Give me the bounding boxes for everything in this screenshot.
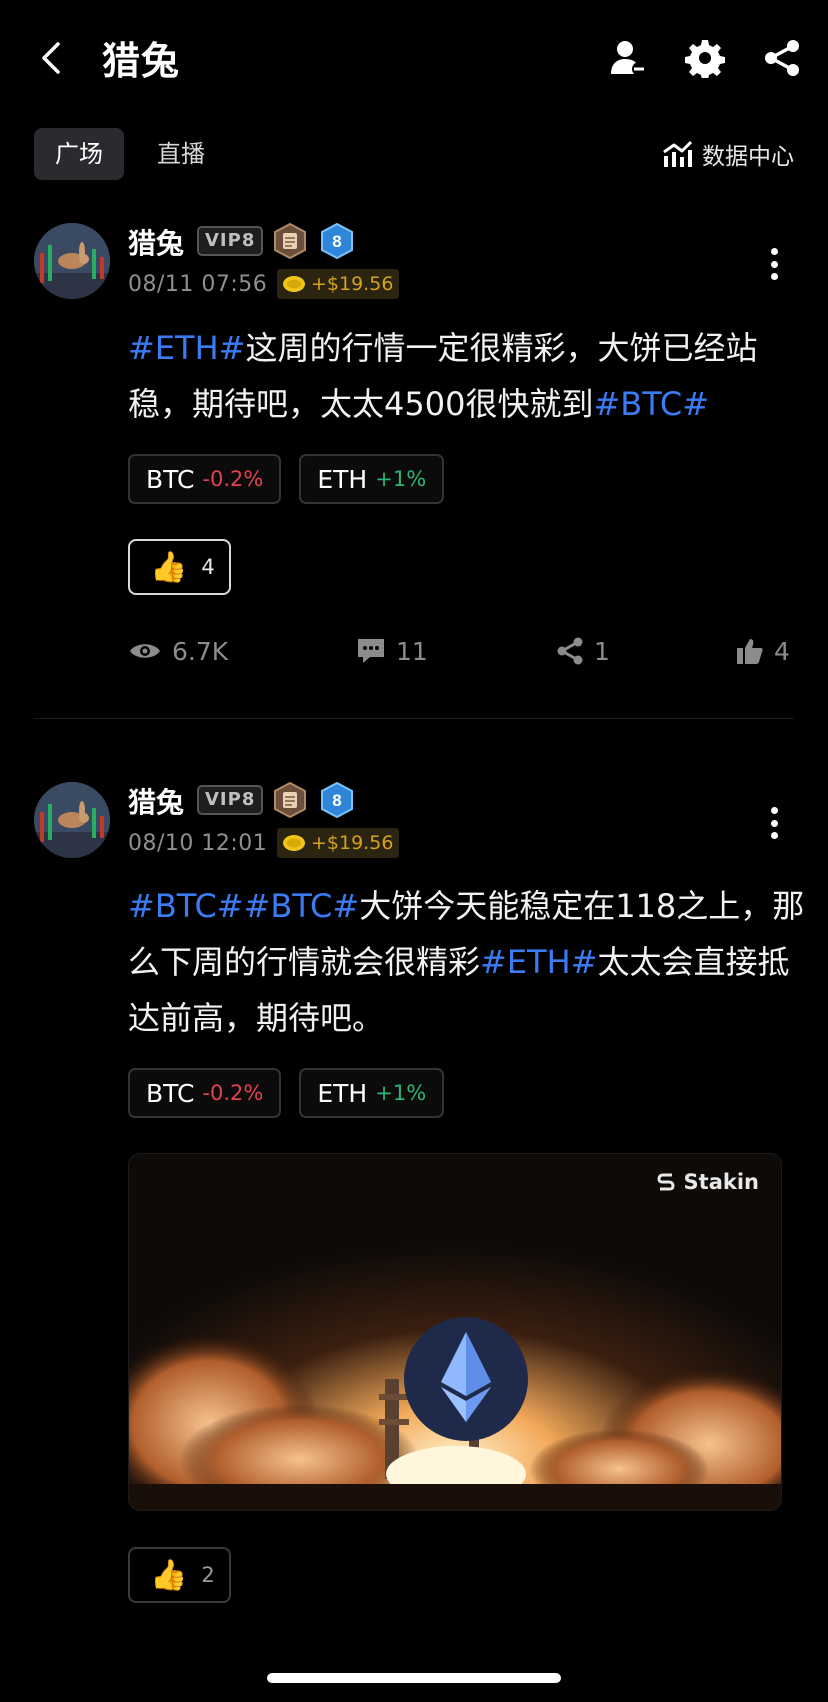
hashtag[interactable]: #BTC##BTC# bbox=[128, 887, 359, 925]
data-center-link[interactable]: 数据中心 bbox=[662, 138, 794, 170]
settings-button[interactable] bbox=[683, 36, 727, 80]
ticker-chip-eth[interactable]: ETH +1% bbox=[299, 1068, 445, 1118]
post-content: #BTC##BTC#大饼今天能稳定在118之上，那么下周的行情就会很精彩#ETH… bbox=[128, 887, 805, 1037]
ticker-chips: BTC -0.2% ETH +1% bbox=[128, 1068, 445, 1118]
reward-amount: +$19.56 bbox=[311, 832, 394, 854]
page-title: 猎兔 bbox=[102, 39, 181, 83]
vip-badge: VIP8 bbox=[197, 785, 264, 815]
author-name[interactable]: 猎兔 bbox=[128, 781, 184, 821]
avatar[interactable] bbox=[34, 223, 110, 299]
scroll-badge-icon bbox=[272, 781, 308, 819]
stakin-logo-icon bbox=[657, 1173, 675, 1191]
post-image[interactable]: Stakin bbox=[128, 1153, 782, 1511]
like-button[interactable]: 4 bbox=[736, 631, 790, 671]
reaction-count: 2 bbox=[201, 1563, 215, 1587]
follow-user-button[interactable] bbox=[606, 36, 650, 80]
svg-text:8: 8 bbox=[332, 232, 341, 251]
hashtag[interactable]: #ETH# bbox=[128, 329, 245, 367]
more-options-button[interactable] bbox=[764, 244, 784, 284]
author-name[interactable]: 猎兔 bbox=[128, 222, 184, 262]
svg-text:8: 8 bbox=[332, 791, 341, 810]
avatar[interactable] bbox=[34, 782, 110, 858]
hashtag[interactable]: #ETH# bbox=[480, 943, 597, 981]
coin-icon bbox=[283, 276, 305, 292]
gear-icon bbox=[685, 40, 725, 78]
post-content: #ETH#这周的行情一定很精彩，大饼已经站稳，期待吧，太太4500很快就到#BT… bbox=[128, 329, 758, 423]
tab-bar: 广场 直播 数据中心 bbox=[34, 128, 794, 180]
reaction-count: 4 bbox=[201, 555, 215, 579]
views-stat: 6.7K bbox=[128, 631, 228, 671]
back-button[interactable] bbox=[34, 36, 68, 80]
post-date: 08/11 07:56 bbox=[128, 272, 268, 297]
share-stat-button[interactable]: 1 bbox=[556, 631, 610, 671]
stakin-watermark: Stakin bbox=[656, 1170, 759, 1194]
chevron-left-icon bbox=[42, 42, 60, 74]
reaction-button[interactable]: 👍 4 bbox=[128, 539, 231, 595]
level-badge: 8 bbox=[320, 222, 354, 260]
post-stats: 6.7K 11 1 4 bbox=[128, 631, 794, 671]
scroll-badge-icon bbox=[272, 222, 308, 260]
vip-badge: VIP8 bbox=[197, 226, 264, 256]
tab-plaza[interactable]: 广场 bbox=[34, 128, 124, 180]
comments-button[interactable]: 11 bbox=[356, 631, 428, 671]
user-follow-icon bbox=[611, 41, 646, 76]
reward-badge: +$19.56 bbox=[277, 828, 400, 858]
share-icon bbox=[765, 40, 799, 76]
home-indicator[interactable] bbox=[267, 1673, 561, 1683]
comment-icon bbox=[358, 639, 384, 663]
post-divider bbox=[34, 718, 794, 719]
chart-icon bbox=[663, 140, 692, 167]
ticker-chip-btc[interactable]: BTC -0.2% bbox=[128, 1068, 282, 1118]
more-options-button[interactable] bbox=[764, 803, 784, 843]
reward-amount: +$19.56 bbox=[311, 273, 394, 295]
ticker-chip-eth[interactable]: ETH +1% bbox=[299, 454, 445, 504]
thumbs-up-emoji-icon: 👍 bbox=[150, 549, 188, 585]
level-badge: 8 bbox=[320, 781, 354, 819]
reward-badge: +$19.56 bbox=[277, 269, 400, 299]
post-date: 08/10 12:01 bbox=[128, 831, 268, 856]
thumbs-up-icon bbox=[737, 639, 763, 664]
ticker-chips: BTC -0.2% ETH +1% bbox=[128, 454, 445, 504]
thumbs-up-emoji-icon: 👍 bbox=[150, 1557, 188, 1593]
rocket-launch-image bbox=[129, 1154, 781, 1510]
hashtag[interactable]: #BTC# bbox=[593, 385, 709, 423]
share-icon bbox=[557, 637, 583, 665]
data-center-label: 数据中心 bbox=[702, 144, 794, 170]
share-button[interactable] bbox=[760, 36, 804, 80]
tab-live[interactable]: 直播 bbox=[157, 128, 205, 180]
ticker-chip-btc[interactable]: BTC -0.2% bbox=[128, 454, 282, 504]
eye-icon bbox=[130, 644, 160, 658]
top-bar: 猎兔 bbox=[0, 0, 828, 115]
coin-icon bbox=[283, 835, 305, 851]
reaction-button[interactable]: 👍 2 bbox=[128, 1547, 231, 1603]
